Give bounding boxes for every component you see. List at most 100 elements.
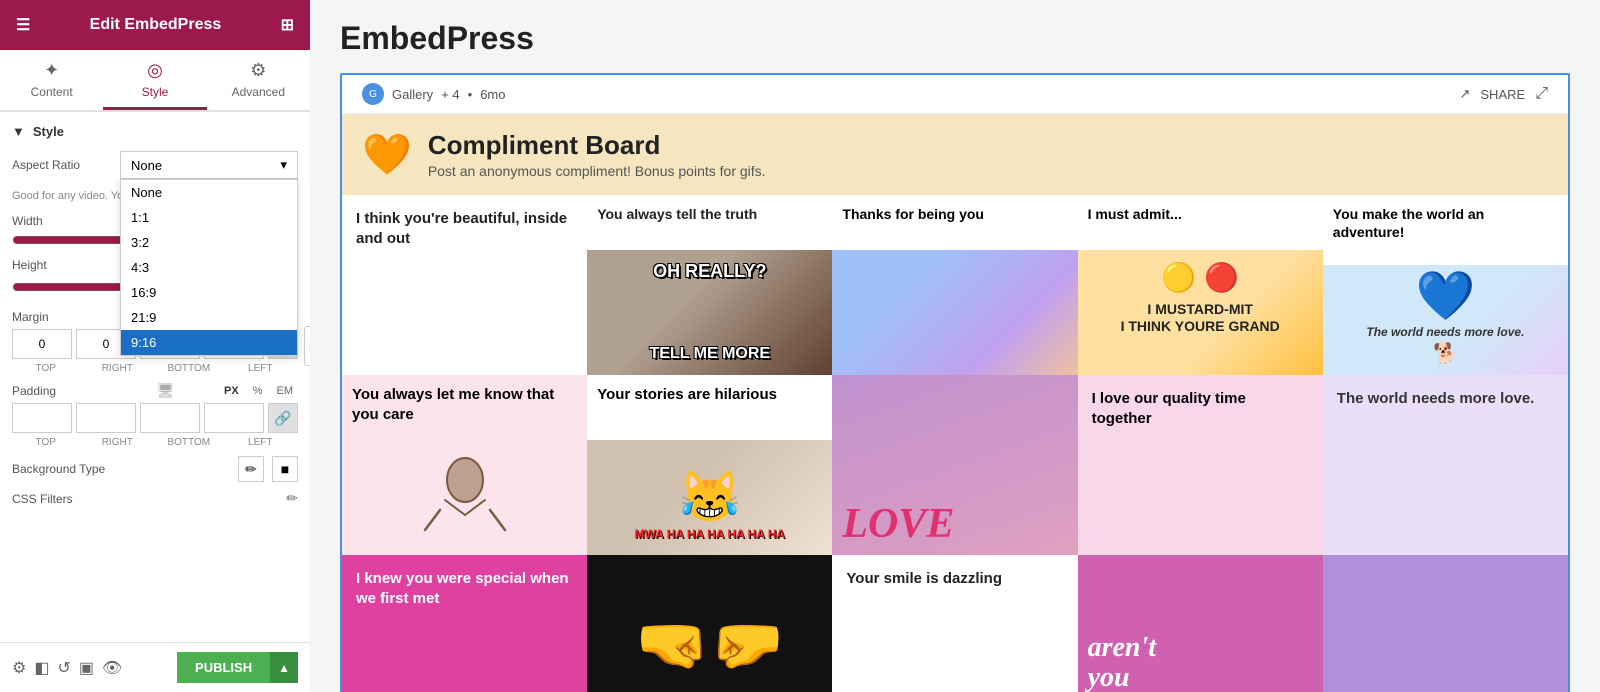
toolbar-history-icon[interactable]: ↺ <box>57 658 70 678</box>
mwa-ha-text: MWA HA HA HA HA HA HA <box>599 527 820 543</box>
option-4-3[interactable]: 4:3 <box>121 255 297 280</box>
gallery-item-1-text: I think you're beautiful, inside and out <box>356 209 573 248</box>
gallery-item-9[interactable]: I love our quality time together <box>1078 375 1323 555</box>
panel-title: Edit EmbedPress <box>30 16 280 34</box>
padding-inputs: 🔗 <box>12 403 298 433</box>
arent-you-glad-text: aren'tyouGlad <box>1088 633 1156 692</box>
gallery-item-11-text: I knew you were special when we first me… <box>356 569 573 608</box>
aspect-ratio-menu: None 1:1 3:2 4:3 16:9 21:9 9:16 <box>120 179 298 356</box>
padding-unit-em[interactable]: EM <box>272 383 299 399</box>
padding-bottom-input[interactable] <box>140 403 200 433</box>
bg-square-icon[interactable]: ■ <box>272 456 298 482</box>
share-label[interactable]: SHARE <box>1480 87 1525 102</box>
toolbar-settings-icon[interactable]: ⚙ <box>12 658 26 678</box>
advanced-tab-icon: ⚙ <box>250 60 266 81</box>
gallery-item-9-text: I love our quality time together <box>1092 389 1309 428</box>
gallery-item-15[interactable] <box>1323 555 1568 692</box>
option-1-1[interactable]: 1:1 <box>121 205 297 230</box>
padding-right-input[interactable] <box>76 403 136 433</box>
gallery-meta-bar: G Gallery + 4 • 6mo ↗ SHARE ⤢ <box>342 75 1568 114</box>
gallery-item-12[interactable]: 🤜🤛 <box>587 555 832 692</box>
padding-right-label: RIGHT <box>84 437 152 448</box>
expand-icon[interactable]: ⤢ <box>1535 85 1548 103</box>
gallery-item-8[interactable]: LOVE <box>832 375 1077 555</box>
background-type-label: Background Type <box>12 462 112 476</box>
hamburger-icon[interactable]: ☰ <box>16 15 30 35</box>
aspect-ratio-dropdown[interactable]: None ▾ <box>120 151 298 179</box>
background-type-icons: ✏ ■ <box>238 456 298 482</box>
padding-link-button[interactable]: 🔗 <box>268 403 298 433</box>
bg-paint-icon[interactable]: ✏ <box>238 456 264 482</box>
aspect-ratio-dropdown-wrapper: None ▾ None 1:1 3:2 4:3 16:9 21:9 9:16 <box>120 151 298 179</box>
gallery-plus: + 4 <box>441 87 459 102</box>
gallery-item-6[interactable]: You always let me know that you care <box>342 375 587 555</box>
margin-top-input[interactable] <box>12 329 72 359</box>
meme-tell-me-more-text: TELL ME MORE <box>599 344 820 365</box>
chevron-down-icon: ▾ <box>280 157 287 173</box>
content-tab-label: Content <box>31 85 73 99</box>
bean-character-svg <box>420 445 510 545</box>
option-16-9[interactable]: 16:9 <box>121 280 297 305</box>
gallery-label: Gallery <box>392 87 433 102</box>
gallery-item-14[interactable]: aren'tyouGlad <box>1078 555 1323 692</box>
gallery-item-1[interactable]: I think you're beautiful, inside and out <box>342 195 587 375</box>
css-filters-edit-icon[interactable]: ✏ <box>286 490 298 507</box>
padding-unit-percent[interactable]: % <box>248 383 268 399</box>
gallery-item-3[interactable]: Thanks for being you <box>832 195 1077 375</box>
css-filters-label: CSS Filters <box>12 492 112 506</box>
padding-bottom-label: BOTTOM <box>155 437 223 448</box>
gallery-item-7[interactable]: Your stories are hilarious 😹 MWA HA HA H… <box>587 375 832 555</box>
love-text: LOVE <box>842 503 954 545</box>
gallery-item-10[interactable]: The world needs more love. <box>1323 375 1568 555</box>
mustard-text2: I THINK YOURE GRAND <box>1090 317 1311 335</box>
gallery-item-2[interactable]: You always tell the truth OH REALLY? TEL… <box>587 195 832 375</box>
toolbar-responsive-icon[interactable]: ▣ <box>79 658 94 678</box>
option-none[interactable]: None <box>121 180 297 205</box>
toolbar-layers-icon[interactable]: ◧ <box>34 658 49 678</box>
gallery-avatar: G <box>362 83 384 105</box>
gallery-item-7-text: Your stories are hilarious <box>597 385 777 405</box>
aspect-ratio-value: None <box>131 158 162 173</box>
padding-input-labels: TOP RIGHT BOTTOM LEFT <box>12 437 298 448</box>
embed-header: 🧡 Compliment Board Post an anonymous com… <box>342 114 1568 195</box>
padding-left-label: LEFT <box>227 437 295 448</box>
tab-style[interactable]: ◎ Style <box>103 50 206 110</box>
resize-handle[interactable]: ⋮ <box>304 326 310 366</box>
gallery-item-11[interactable]: I knew you were special when we first me… <box>342 555 587 692</box>
css-filters-row: CSS Filters ✏ <box>12 490 298 507</box>
option-21-9[interactable]: 21:9 <box>121 305 297 330</box>
gallery-item-6-text: You always let me know that you care <box>352 385 577 424</box>
padding-label-row: Padding 🖥 PX % EM <box>12 382 298 399</box>
toolbar-preview-icon[interactable]: 👁 <box>102 658 122 678</box>
publish-button[interactable]: PUBLISH <box>177 652 270 683</box>
share-icon: ↗ <box>1459 86 1470 102</box>
right-panel: EmbedPress G Gallery + 4 • 6mo ↗ SHARE ⤢… <box>310 0 1600 692</box>
padding-label: Padding <box>12 384 112 398</box>
gallery-item-13-text: Your smile is dazzling <box>846 569 1002 589</box>
meme-oh-really-text: OH REALLY? <box>599 260 820 283</box>
gallery-item-4[interactable]: I must admit... 🟡🔴 I MUSTARD-MIT I THINK… <box>1078 195 1323 375</box>
panel-tabs: ✦ Content ◎ Style ⚙ Advanced <box>0 50 310 112</box>
grid-icon[interactable]: ⊞ <box>281 15 294 35</box>
panel-header: ☰ Edit EmbedPress ⊞ <box>0 0 310 50</box>
publish-dropdown-button[interactable]: ▲ <box>270 652 298 683</box>
panel-body: ▼ Style Aspect Ratio None ▾ None 1:1 3:2… <box>0 112 310 692</box>
gallery-item-5[interactable]: You make the world an adventure! 💙 The w… <box>1323 195 1568 375</box>
embed-title: Compliment Board <box>428 130 766 161</box>
margin-label: Margin <box>12 310 112 324</box>
margin-bottom-label: BOTTOM <box>155 363 223 374</box>
padding-unit-px[interactable]: PX <box>219 383 244 399</box>
option-3-2[interactable]: 3:2 <box>121 230 297 255</box>
embed-subtitle: Post an anonymous compliment! Bonus poin… <box>428 163 766 179</box>
gallery-item-13[interactable]: Your smile is dazzling <box>832 555 1077 692</box>
margin-input-labels: TOP RIGHT BOTTOM LEFT <box>12 363 298 374</box>
padding-left-input[interactable] <box>204 403 264 433</box>
option-9-16[interactable]: 9:16 <box>121 330 297 355</box>
embed-title-block: Compliment Board Post an anonymous compl… <box>428 130 766 179</box>
tab-content[interactable]: ✦ Content <box>0 50 103 110</box>
left-panel: ☰ Edit EmbedPress ⊞ ✦ Content ◎ Style ⚙ … <box>0 0 310 692</box>
tab-advanced[interactable]: ⚙ Advanced <box>207 50 310 110</box>
content-tab-icon: ✦ <box>44 60 59 81</box>
margin-top-label: TOP <box>12 363 80 374</box>
padding-top-input[interactable] <box>12 403 72 433</box>
